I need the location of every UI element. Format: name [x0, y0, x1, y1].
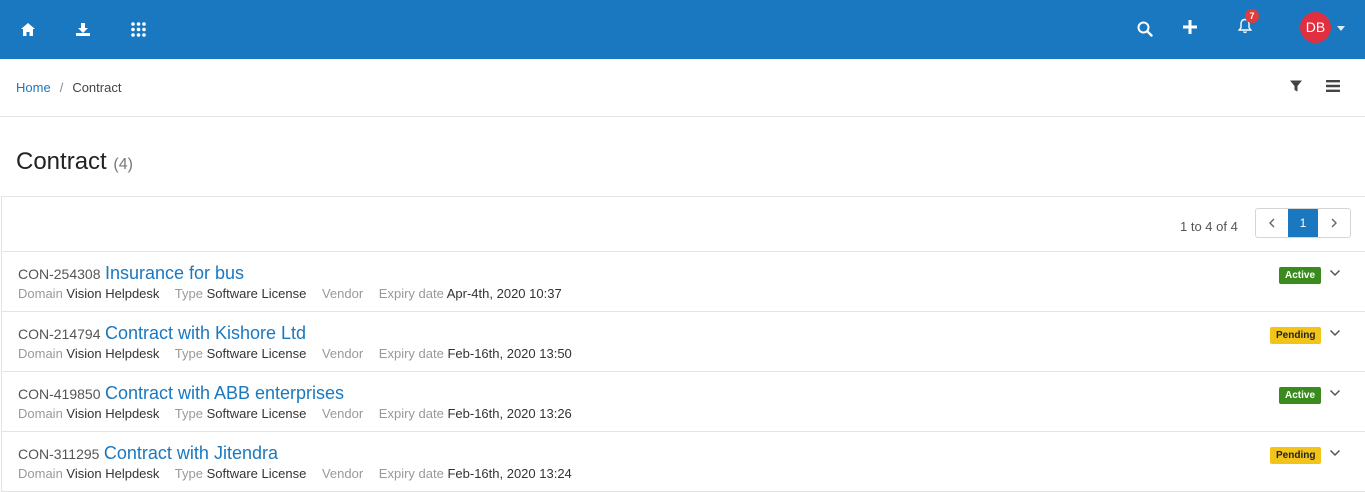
contract-heading: CON-254308 Insurance for bus [18, 263, 244, 284]
contract-heading: CON-214794 Contract with Kishore Ltd [18, 323, 306, 344]
contract-row[interactable]: CON-419850 Contract with ABB enterprises… [2, 372, 1365, 432]
contract-meta: Domain Vision Helpdesk Type Software Lic… [18, 406, 584, 421]
user-menu-caret-icon[interactable] [1337, 26, 1345, 31]
type-label: Type [174, 406, 203, 421]
domain-label: Domain [18, 406, 63, 421]
vendor-label: Vendor [321, 466, 364, 481]
next-page-button[interactable] [1318, 209, 1350, 237]
apps-grid-icon[interactable] [123, 14, 153, 44]
domain-value: Vision Helpdesk [66, 466, 160, 481]
pagination: 1 [1255, 208, 1351, 238]
type-label: Type [174, 466, 203, 481]
expiry-value: Feb-16th, 2020 13:26 [447, 406, 572, 421]
status-badge: Pending [1270, 327, 1322, 344]
notifications-bell-icon[interactable]: 7 [1230, 9, 1260, 41]
domain-value: Vision Helpdesk [66, 286, 160, 301]
download-icon[interactable] [68, 14, 98, 44]
contract-title-link[interactable]: Contract with Jitendra [104, 443, 278, 463]
contract-row[interactable]: CON-254308 Insurance for bus Domain Visio… [2, 252, 1365, 312]
expand-chevron-icon[interactable] [1329, 324, 1343, 338]
contract-id: CON-254308 [18, 266, 101, 282]
vendor-label: Vendor [321, 346, 364, 361]
domain-label: Domain [18, 286, 63, 301]
status-badge: Active [1279, 267, 1322, 284]
vendor-label: Vendor [321, 286, 364, 301]
home-icon[interactable] [13, 14, 43, 44]
expand-chevron-icon[interactable] [1329, 384, 1343, 398]
contract-title-link[interactable]: Contract with Kishore Ltd [105, 323, 306, 343]
breadcrumb-current: Contract [72, 80, 122, 95]
expiry-label: Expiry date [378, 286, 444, 301]
status-badge: Active [1279, 387, 1322, 404]
breadcrumb: Home / Contract [16, 80, 121, 95]
contract-id: CON-311295 [18, 446, 100, 462]
contract-title-link[interactable]: Contract with ABB enterprises [105, 383, 344, 403]
vendor-label: Vendor [321, 406, 364, 421]
contract-title-link[interactable]: Insurance for bus [105, 263, 244, 283]
contract-heading: CON-311295 Contract with Jitendra [18, 443, 278, 464]
page-title: Contract (4) [16, 148, 133, 176]
contract-id: CON-419850 [18, 386, 101, 402]
type-label: Type [174, 286, 203, 301]
expiry-label: Expiry date [378, 346, 444, 361]
domain-value: Vision Helpdesk [66, 346, 160, 361]
domain-label: Domain [18, 346, 63, 361]
pagination-bar: 1 to 4 of 4 1 [2, 197, 1365, 252]
search-icon[interactable] [1130, 14, 1160, 44]
pagination-range: 1 to 4 of 4 [1180, 219, 1238, 234]
domain-label: Domain [18, 466, 63, 481]
type-value: Software License [206, 286, 307, 301]
expiry-label: Expiry date [378, 466, 444, 481]
expand-chevron-icon[interactable] [1329, 444, 1343, 458]
prev-page-button[interactable] [1256, 209, 1288, 237]
page-title-count: (4) [113, 156, 133, 173]
list-menu-icon[interactable] [1325, 79, 1343, 97]
contract-meta: Domain Vision Helpdesk Type Software Lic… [18, 286, 574, 301]
expand-chevron-icon[interactable] [1329, 264, 1343, 278]
contract-row[interactable]: CON-214794 Contract with Kishore Ltd Doma… [2, 312, 1365, 372]
contract-meta: Domain Vision Helpdesk Type Software Lic… [18, 346, 584, 361]
user-avatar[interactable]: DB [1300, 12, 1331, 43]
type-label: Type [174, 346, 203, 361]
top-navbar: 7 DB [0, 0, 1365, 59]
contract-row[interactable]: CON-311295 Contract with Jitendra Domain … [2, 432, 1365, 492]
status-badge: Pending [1270, 447, 1322, 464]
expiry-value: Feb-16th, 2020 13:24 [447, 466, 572, 481]
breadcrumb-separator: / [59, 80, 64, 95]
page-button-current[interactable]: 1 [1288, 209, 1318, 237]
plus-icon[interactable] [1175, 12, 1205, 42]
type-value: Software License [206, 406, 307, 421]
expiry-label: Expiry date [378, 406, 444, 421]
breadcrumb-bar: Home / Contract [0, 59, 1365, 117]
domain-value: Vision Helpdesk [66, 406, 160, 421]
expiry-value: Feb-16th, 2020 13:50 [447, 346, 572, 361]
breadcrumb-home-link[interactable]: Home [16, 80, 51, 95]
type-value: Software License [206, 466, 307, 481]
notification-count-badge: 7 [1245, 9, 1259, 23]
expiry-value: Apr-4th, 2020 10:37 [446, 286, 562, 301]
contract-heading: CON-419850 Contract with ABB enterprises [18, 383, 344, 404]
contract-id: CON-214794 [18, 326, 101, 342]
type-value: Software License [206, 346, 307, 361]
page-title-text: Contract [16, 148, 107, 175]
contract-meta: Domain Vision Helpdesk Type Software Lic… [18, 466, 584, 481]
filter-icon[interactable] [1289, 79, 1307, 97]
contract-list-panel: 1 to 4 of 4 1 CON-254308 Insurance for b… [1, 196, 1365, 492]
